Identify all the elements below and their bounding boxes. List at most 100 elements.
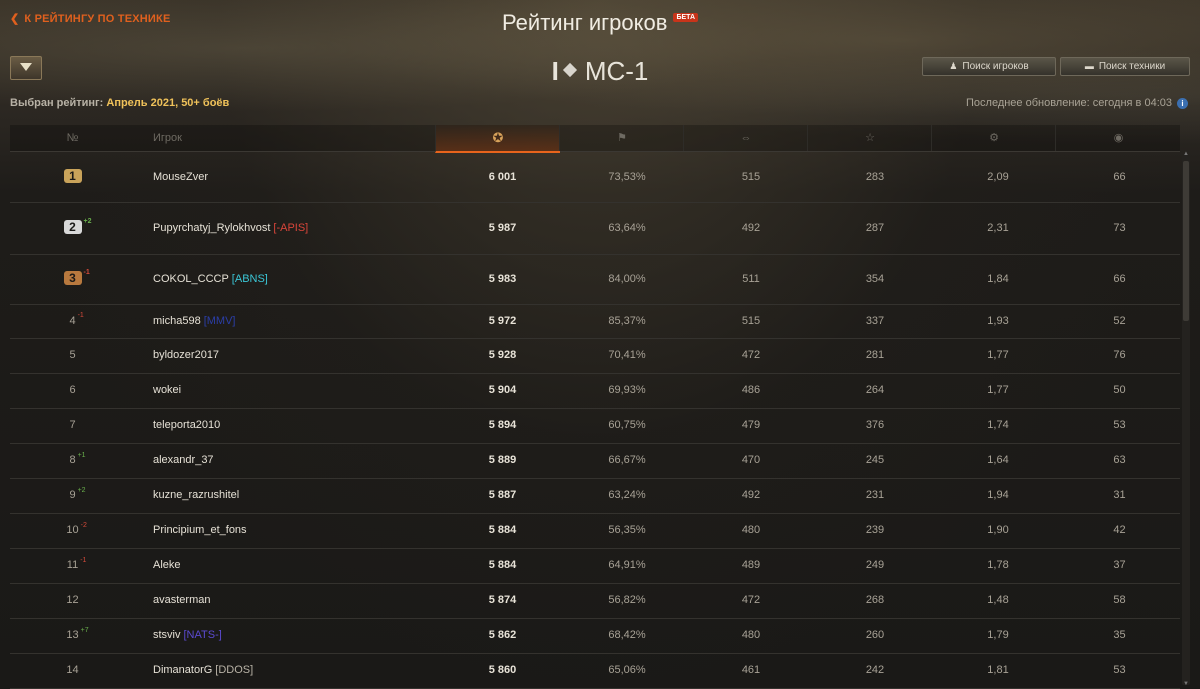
player-cell: byldozer2017: [153, 338, 219, 373]
damage-cell: 492: [741, 489, 761, 501]
table-row[interactable]: 4 -1 micha598 [MMV] 5 972 85,37% 515 337 1,93 52: [10, 304, 1180, 339]
damage-cell: 472: [741, 349, 761, 361]
winrate-cell: 85,37%: [608, 315, 646, 327]
player-cell: MouseZver: [153, 152, 208, 202]
frags-cell: 1,94: [987, 489, 1009, 501]
spotted-cell: 73: [1113, 222, 1126, 234]
player-name[interactable]: avasterman: [153, 594, 210, 606]
table-row[interactable]: 10 -2 Principium_et_fons 5 884 56,35% 480 239 1…: [10, 513, 1180, 549]
frags-cell: 1,79: [987, 629, 1009, 641]
experience-cell: 242: [865, 664, 885, 676]
experience-cell: 337: [865, 315, 885, 327]
player-name[interactable]: byldozer2017: [153, 349, 219, 361]
rank-number: 7: [69, 419, 76, 431]
spotted-cell: 50: [1113, 384, 1126, 396]
player-name[interactable]: DimanatorG: [153, 664, 212, 676]
table-row[interactable]: 8 +1 alexandr_37 5 889 66,67% 470 245 1,64 63: [10, 443, 1180, 479]
player-cell: alexandr_37: [153, 443, 214, 478]
score-cell: 5 862: [488, 629, 517, 641]
info-icon[interactable]: i: [1177, 98, 1188, 109]
experience-cell: 264: [865, 384, 885, 396]
column-winrate[interactable]: ⚑: [559, 125, 684, 151]
scroll-thumb[interactable]: [1183, 161, 1189, 321]
table-row[interactable]: 7 teleporta2010 5 894 60,75% 479 376 1,74 53: [10, 408, 1180, 444]
player-name[interactable]: Aleke: [153, 559, 181, 571]
table-row[interactable]: 6 wokei 5 904 69,93% 486 264 1,77 50: [10, 373, 1180, 409]
spotted-cell: 42: [1113, 524, 1126, 536]
player-name[interactable]: wokei: [153, 384, 181, 396]
rank-cell: 9 +2: [10, 478, 135, 513]
score-cell: 5 889: [488, 454, 517, 466]
player-name[interactable]: stsviv: [153, 629, 181, 641]
player-name[interactable]: alexandr_37: [153, 454, 214, 466]
column-score[interactable]: ✪: [435, 125, 560, 153]
scrollbar[interactable]: ▲ ▼: [1182, 151, 1190, 687]
winrate-cell: 68,42%: [608, 629, 646, 641]
clan-tag[interactable]: [ABNS]: [232, 273, 268, 285]
selected-rating-value[interactable]: Апрель 2021, 50+ боёв: [106, 97, 229, 109]
table-row[interactable]: 11 -1 Aleke 5 884 64,91% 489 249 1,78 37: [10, 548, 1180, 584]
table-row[interactable]: 1 MouseZver 6 001 73,53% 515 283 2,09 66: [10, 152, 1180, 203]
column-spotted[interactable]: ◉: [1055, 125, 1181, 151]
table-row[interactable]: 3 -1 COKOL_CCCP [ABNS] 5 983 84,00% 511 354 1,84…: [10, 254, 1180, 305]
rank-number: 13 +7: [66, 618, 88, 653]
player-cell: Pupyrchatyj_Rylokhvost [-APIS]: [153, 202, 308, 254]
search-players-button[interactable]: ♟ Поиск игроков: [922, 57, 1056, 76]
table-row[interactable]: 12 avasterman 5 874 56,82% 472 268 1,48 58: [10, 583, 1180, 619]
user-icon: ♟: [949, 61, 958, 71]
score-cell: 5 904: [488, 384, 517, 396]
player-name[interactable]: kuzne_razrushitel: [153, 489, 239, 501]
column-damage[interactable]: ⇔: [683, 125, 808, 151]
clan-tag[interactable]: [DDOS]: [215, 664, 253, 676]
player-name[interactable]: Principium_et_fons: [153, 524, 247, 536]
column-frags[interactable]: ⚙: [931, 125, 1056, 151]
vehicle-type-icon: [562, 63, 577, 78]
table-row[interactable]: 2 +2 Pupyrchatyj_Rylokhvost [-APIS] 5 987 63,…: [10, 202, 1180, 255]
player-name[interactable]: MouseZver: [153, 171, 208, 183]
winrate-cell: 64,91%: [608, 559, 646, 571]
player-cell: micha598 [MMV]: [153, 304, 235, 338]
player-cell: Principium_et_fons: [153, 513, 247, 548]
damage-cell: 480: [741, 629, 761, 641]
column-rank[interactable]: №: [10, 125, 135, 151]
player-name[interactable]: micha598: [153, 315, 201, 327]
column-player[interactable]: Игрок: [135, 125, 453, 151]
experience-cell: 281: [865, 349, 885, 361]
player-name[interactable]: Pupyrchatyj_Rylokhvost: [153, 222, 270, 234]
vehicle-name: МС-1: [584, 56, 649, 86]
table-row[interactable]: 9 +2 kuzne_razrushitel 5 887 63,24% 492 231 1,9…: [10, 478, 1180, 514]
spotted-cell: 37: [1113, 559, 1126, 571]
search-vehicles-button[interactable]: ▬ Поиск техники: [1060, 57, 1190, 76]
player-cell: teleporta2010: [153, 408, 220, 443]
scroll-up-icon[interactable]: ▲: [1182, 151, 1190, 157]
rank-number: 8 +1: [69, 443, 85, 478]
score-cell: 5 983: [488, 273, 517, 285]
table-row[interactable]: 13 +7 stsviv [NATS-] 5 862 68,42% 480 260 1,79 35: [10, 618, 1180, 654]
column-experience[interactable]: ☆: [807, 125, 932, 151]
player-cell: DimanatorG [DDOS]: [153, 653, 253, 688]
rank-change: -1: [77, 312, 84, 319]
player-cell: COKOL_CCCP [ABNS]: [153, 254, 268, 304]
table-row[interactable]: 5 byldozer2017 5 928 70,41% 472 281 1,77 76: [10, 338, 1180, 374]
player-name[interactable]: teleporta2010: [153, 419, 220, 431]
clan-tag[interactable]: [NATS-]: [184, 629, 222, 641]
experience-cell: 239: [865, 524, 885, 536]
frags-cell: 2,31: [987, 222, 1009, 234]
player-name[interactable]: COKOL_CCCP: [153, 273, 229, 285]
rank-number: 14: [66, 664, 79, 676]
score-cell: 5 972: [488, 315, 517, 327]
search-players-label: Поиск игроков: [962, 61, 1029, 72]
experience-cell: 268: [865, 594, 885, 606]
scroll-down-icon[interactable]: ▼: [1182, 681, 1190, 687]
winrate-cell: 66,67%: [608, 454, 646, 466]
rank-medal-icon: 1: [63, 169, 82, 183]
winrate-cell: 65,06%: [608, 664, 646, 676]
player-cell: Aleke: [153, 548, 181, 583]
rank-cell: 6: [10, 373, 135, 408]
clan-tag[interactable]: [-APIS]: [273, 222, 308, 234]
table-row[interactable]: 14 DimanatorG [DDOS] 5 860 65,06% 461 242 1,81 5…: [10, 653, 1180, 689]
clan-tag[interactable]: [MMV]: [204, 315, 236, 327]
winrate-cell: 69,93%: [608, 384, 646, 396]
frags-cell: 1,81: [987, 664, 1009, 676]
winrate-cell: 63,64%: [608, 222, 646, 234]
